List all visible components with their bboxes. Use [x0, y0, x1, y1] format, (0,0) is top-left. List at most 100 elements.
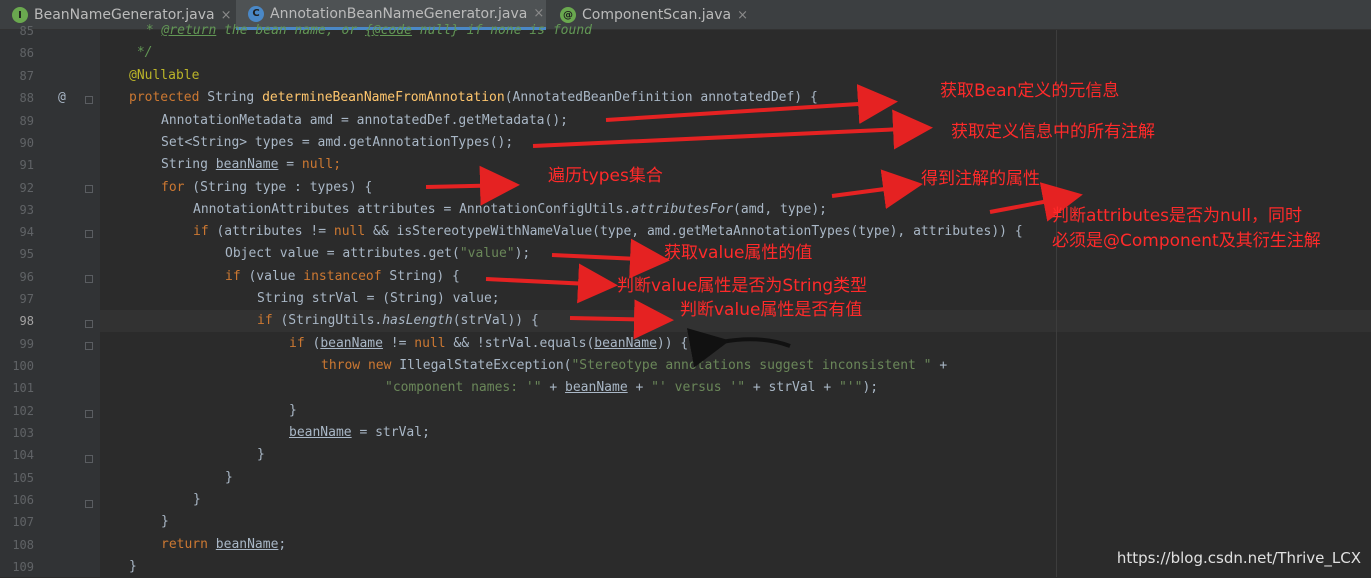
code-token: null — [301, 157, 334, 172]
code-token: null — [414, 336, 446, 351]
code-token: @return — [161, 23, 217, 38]
line-number: 94 — [19, 225, 34, 239]
line-number: 91 — [19, 158, 34, 172]
code-line-97: String strVal = (String) value; — [257, 291, 500, 306]
line-number: 92 — [19, 181, 34, 195]
annotation-label: 必须是@Component及其衍生注解 — [1052, 231, 1321, 251]
line-number: 107 — [12, 515, 34, 529]
code-token: beanName — [565, 380, 628, 395]
right-margin-guide — [1056, 30, 1057, 577]
annotation-label: 得到注解的属性 — [921, 169, 1040, 189]
code-token: ); — [514, 246, 531, 261]
code-line-87: @Nullable — [129, 68, 200, 83]
code-line-93: AnnotationAttributes attributes = Annota… — [98, 199, 827, 221]
code-token: {@code — [365, 23, 412, 38]
code-line-109: } — [129, 559, 137, 574]
code-token: "value" — [459, 246, 515, 261]
line-number: 98 — [19, 314, 34, 328]
code-token: String — [199, 90, 263, 105]
code-line-86: */ — [129, 45, 153, 60]
code-token: if — [257, 313, 273, 328]
line-number: 87 — [19, 69, 34, 83]
fold-icon[interactable] — [85, 275, 93, 283]
fold-icon[interactable] — [85, 500, 93, 508]
annotation-label: 判断value属性是否为String类型 — [617, 276, 868, 296]
code-token: (amd, type); — [733, 202, 827, 217]
code-token: "Stereotype annotations suggest inconsis… — [571, 358, 932, 373]
arrow-2 — [532, 109, 933, 150]
code-line-98: if (StringUtils.hasLength(strVal)) { — [98, 310, 539, 332]
line-number: 97 — [19, 292, 34, 306]
code-token: ; — [333, 157, 342, 172]
code-line-102: } — [289, 403, 297, 418]
code-line-91: String beanName = null; — [98, 154, 341, 176]
code-token: hasLength — [382, 313, 453, 328]
line-number: 85 — [19, 24, 34, 38]
code-token: + — [931, 358, 948, 373]
code-token: + — [627, 380, 652, 395]
code-token: beanName — [594, 336, 657, 351]
code-token: "' versus '" — [651, 380, 746, 395]
line-number: 106 — [12, 493, 34, 507]
code-token: + — [541, 380, 566, 395]
code-token: beanName — [320, 336, 383, 351]
fold-icon[interactable] — [85, 230, 93, 238]
code-line-94: if (attributes != null && isStereotypeWi… — [98, 221, 1023, 243]
line-number: 90 — [19, 136, 34, 150]
line-number: 100 — [12, 359, 34, 373]
arrow-3 — [425, 165, 520, 206]
line-number: 102 — [12, 404, 34, 418]
code-token: ; — [278, 537, 287, 552]
close-icon[interactable]: × — [533, 6, 544, 21]
annotation-label: 获取定义信息中的所有注解 — [951, 122, 1155, 142]
code-token: ); — [862, 380, 879, 395]
code-token: (AnnotatedBeanDefinition annotatedDef) { — [504, 90, 818, 105]
arrow-7 — [485, 263, 618, 304]
code-line-100: throw new IllegalStateException("Stereot… — [98, 355, 947, 377]
code-token: if — [193, 224, 209, 239]
code-token: (StringUtils. — [272, 313, 383, 328]
fold-icon[interactable] — [85, 410, 93, 418]
code-line-88: protected String determineBeanNameFromAn… — [98, 87, 818, 109]
fold-icon[interactable] — [85, 320, 93, 328]
code-token: * — [138, 23, 162, 38]
code-token: instanceof — [303, 269, 382, 284]
code-token: if — [289, 336, 305, 351]
line-number: 96 — [19, 270, 34, 284]
fold-icon[interactable] — [85, 185, 93, 193]
line-number: 86 — [19, 46, 34, 60]
watermark: https://blog.csdn.net/Thrive_LCX — [1116, 549, 1361, 567]
line-number: 108 — [12, 538, 34, 552]
code-line-92: for (String type : types) { — [98, 177, 372, 199]
code-line-90: Set<String> types = amd.getAnnotationTyp… — [161, 135, 514, 150]
fold-icon[interactable] — [85, 455, 93, 463]
line-number: 104 — [12, 448, 34, 462]
code-token: beanName — [215, 537, 279, 552]
code-token: String — [161, 157, 216, 172]
code-token: beanName — [289, 425, 352, 440]
code-token: beanName — [215, 157, 279, 172]
line-number: 99 — [19, 337, 34, 351]
arrow-6 — [551, 238, 670, 279]
fold-icon[interactable] — [85, 96, 93, 104]
code-token: AnnotationAttributes attributes = Annota… — [193, 202, 632, 217]
code-token: )) { — [656, 336, 689, 351]
override-marker-icon[interactable]: @ — [58, 87, 66, 109]
code-line-106: } — [193, 492, 201, 507]
annotation-label: 获取Bean定义的元信息 — [940, 81, 1120, 101]
annotation-label: 获取value属性的值 — [664, 243, 813, 263]
close-icon[interactable]: × — [737, 8, 748, 23]
annotation-label: 判断attributes是否为null，同时 — [1052, 206, 1303, 226]
code-token: = strVal; — [351, 425, 430, 440]
line-number: 95 — [19, 247, 34, 261]
code-line-108: return beanName; — [98, 534, 286, 556]
code-token: && isStereotypeWithNameValue(type, amd.g… — [365, 224, 1023, 239]
fold-icon[interactable] — [85, 342, 93, 350]
code-token: + strVal + — [745, 380, 839, 395]
line-number: 101 — [12, 381, 34, 395]
code-line-107: } — [161, 514, 169, 529]
code-token: String) { — [381, 269, 460, 284]
code-token: (strVal)) { — [452, 313, 539, 328]
code-token: the bean name, or — [216, 23, 365, 38]
